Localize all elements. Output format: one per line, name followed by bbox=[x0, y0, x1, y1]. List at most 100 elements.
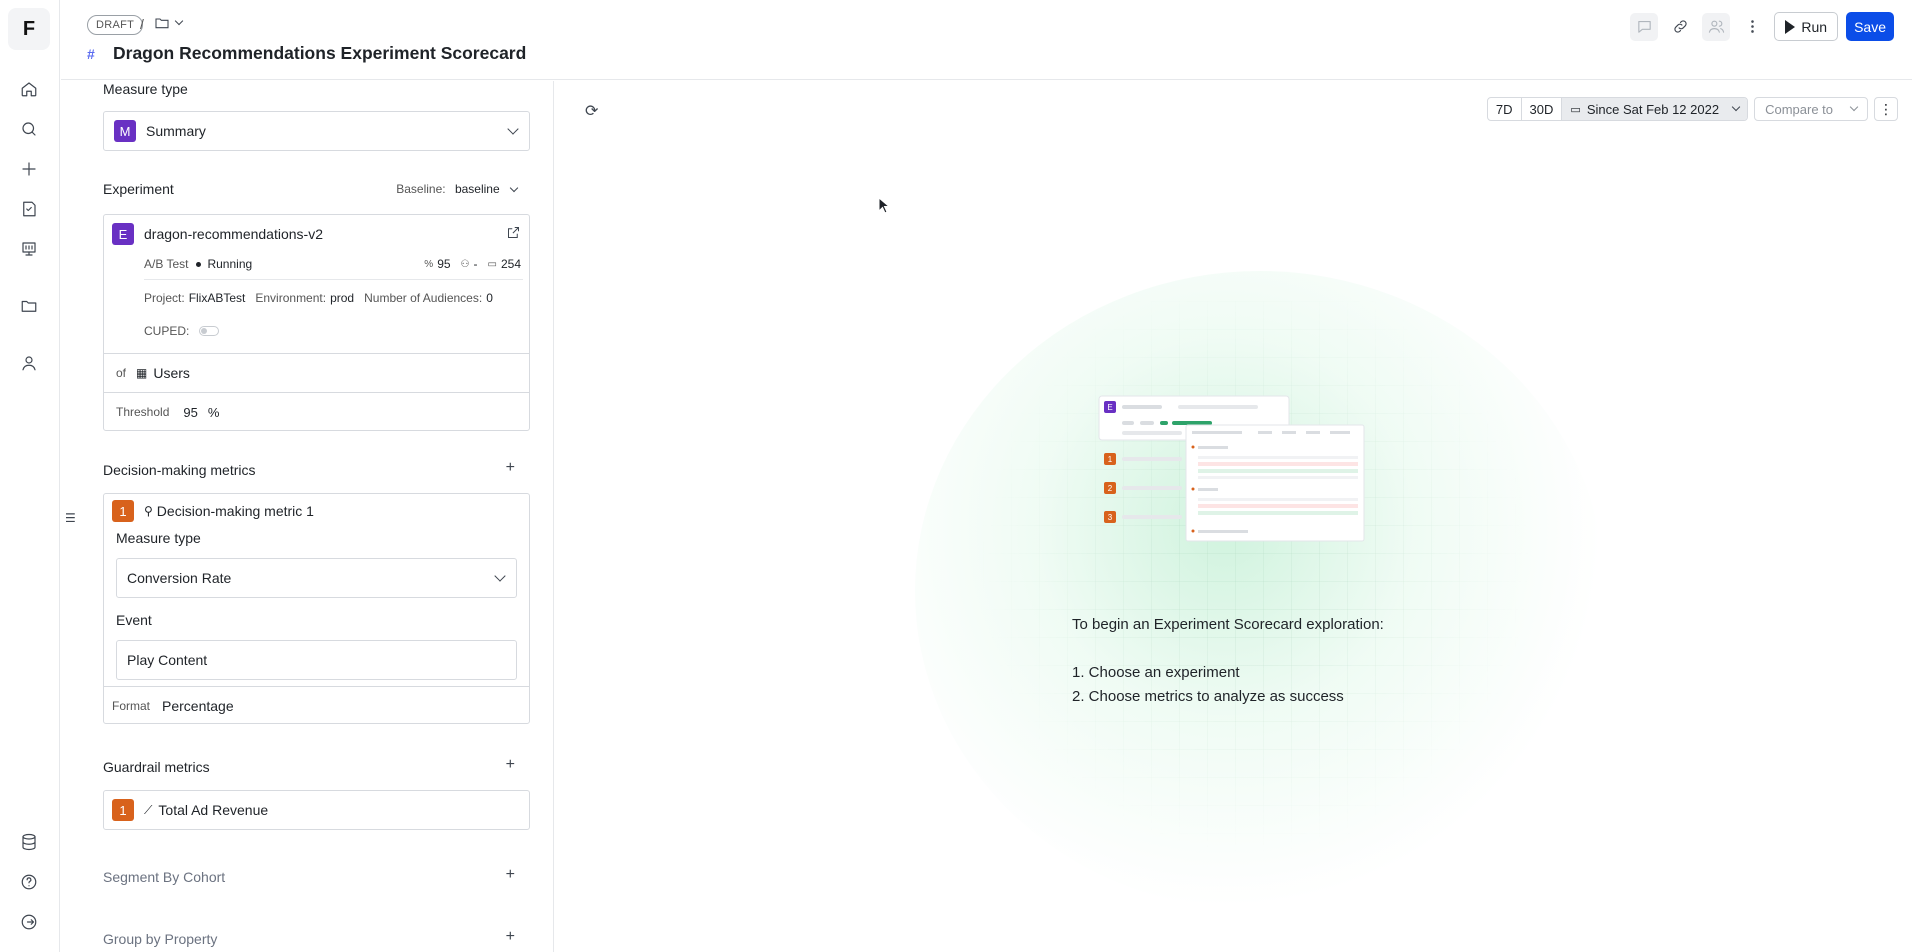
search-icon[interactable] bbox=[18, 118, 40, 140]
group-by-property-label: Group by Property bbox=[103, 931, 218, 947]
project-label: Project: bbox=[144, 291, 185, 305]
measure-type-label: Measure type bbox=[103, 81, 188, 97]
environment-label: Environment: bbox=[255, 291, 327, 305]
link-icon[interactable] bbox=[1666, 13, 1694, 41]
compare-label: Compare to bbox=[1765, 101, 1833, 117]
add-cohort-segment-button[interactable]: + bbox=[506, 866, 515, 884]
illustration-badge-e: E bbox=[1107, 403, 1112, 412]
draft-badge: DRAFT bbox=[87, 15, 144, 35]
metric-badge: 1 bbox=[112, 500, 134, 522]
intro-text: To begin an Experiment Scorecard explora… bbox=[1072, 616, 1384, 633]
status-dot-icon bbox=[196, 261, 202, 267]
format-value: Percentage bbox=[162, 697, 234, 714]
chevron-down-icon bbox=[507, 123, 519, 135]
compare-to-select[interactable]: Compare to bbox=[1754, 97, 1868, 121]
notebook-icon[interactable] bbox=[18, 198, 40, 220]
logout-icon[interactable] bbox=[18, 911, 40, 933]
range-7d-button[interactable]: 7D bbox=[1488, 98, 1522, 120]
cuped-toggle[interactable] bbox=[199, 326, 220, 336]
external-link-icon[interactable] bbox=[506, 225, 521, 240]
user-icon[interactable] bbox=[18, 352, 40, 374]
calendar-icon: ▭ bbox=[487, 258, 497, 270]
cuped-row: CUPED: bbox=[144, 324, 220, 338]
decision-metric-card: 1 ⚲ Decision-making metric 1 Measure typ… bbox=[103, 493, 530, 724]
add-guardrail-metric-button[interactable]: + bbox=[506, 756, 515, 774]
database-icon[interactable] bbox=[18, 831, 40, 853]
run-button[interactable]: Run bbox=[1774, 12, 1839, 41]
more-vertical-icon[interactable]: ⋮ bbox=[1874, 97, 1898, 121]
help-icon[interactable] bbox=[18, 871, 40, 893]
baseline-selector[interactable]: Baseline: baseline bbox=[396, 182, 519, 196]
funnel-icon: ⚲ bbox=[144, 504, 153, 518]
step-2: 2. Choose metrics to analyze as success bbox=[1072, 688, 1344, 705]
decision-metrics-label: Decision-making metrics bbox=[103, 462, 256, 478]
folder-icon[interactable] bbox=[18, 295, 40, 317]
breadcrumb-separator: / bbox=[140, 16, 144, 32]
home-icon[interactable] bbox=[18, 78, 40, 100]
percent-icon: % bbox=[424, 258, 434, 270]
measure-type-value: Summary bbox=[146, 123, 206, 139]
since-date-button[interactable]: ▭ Since Sat Feb 12 2022 bbox=[1562, 98, 1748, 120]
baseline-value: baseline bbox=[454, 182, 500, 196]
audience-value: - bbox=[473, 257, 478, 271]
measure-type-select[interactable]: M Summary bbox=[103, 111, 530, 151]
range-30d-button[interactable]: 30D bbox=[1522, 98, 1563, 120]
illustration-badge-2: 2 bbox=[1108, 484, 1113, 493]
table-icon: ▦ bbox=[136, 366, 148, 380]
experiment-status: Running bbox=[207, 257, 253, 271]
baseline-label: Baseline: bbox=[396, 182, 446, 196]
format-row[interactable]: Format Percentage bbox=[104, 686, 529, 724]
experiment-type: A/B Test bbox=[144, 257, 189, 271]
confidence-value: 95 bbox=[437, 257, 451, 271]
header-actions: Run Save bbox=[1630, 12, 1894, 41]
date-range-segment: 7D 30D ▭ Since Sat Feb 12 2022 bbox=[1486, 97, 1749, 121]
share-users-icon[interactable] bbox=[1702, 12, 1731, 41]
run-label: Run bbox=[1801, 18, 1828, 35]
hash-icon: # bbox=[87, 46, 95, 62]
add-group-by-button[interactable]: + bbox=[506, 928, 515, 946]
more-vertical-icon[interactable] bbox=[1738, 13, 1766, 41]
decision-metric-name: Decision-making metric 1 bbox=[156, 503, 314, 519]
outline-icon[interactable]: ☰ bbox=[65, 511, 76, 525]
metric-measure-value: Conversion Rate bbox=[127, 570, 232, 586]
save-button[interactable]: Save bbox=[1846, 12, 1894, 41]
experiment-stats: % 95 ⚇ - ▭ 254 bbox=[424, 257, 521, 271]
plus-icon[interactable] bbox=[18, 158, 40, 180]
refresh-icon[interactable]: ⟳ bbox=[585, 101, 598, 121]
experiment-details: Project: FlixABTest Environment: prod Nu… bbox=[144, 291, 493, 305]
chevron-down-icon bbox=[1731, 102, 1741, 112]
audiences-label: Number of Audiences: bbox=[364, 291, 483, 305]
guardrail-metric-card[interactable]: 1 ⟋ Total Ad Revenue bbox=[103, 790, 530, 830]
comment-icon[interactable] bbox=[1630, 12, 1659, 41]
of-label: of bbox=[116, 366, 127, 380]
experiment-label: Experiment bbox=[103, 181, 174, 197]
mouse-cursor-icon bbox=[878, 197, 891, 214]
of-users-row[interactable]: of ▦ Users bbox=[104, 353, 529, 392]
decision-metric-row[interactable]: 1 ⚲ Decision-making metric 1 bbox=[112, 500, 314, 522]
threshold-input[interactable]: 95 bbox=[183, 405, 197, 420]
line-chart-icon: ⟋ bbox=[144, 802, 153, 817]
folder-breadcrumb[interactable] bbox=[154, 15, 184, 31]
event-select[interactable]: Play Content bbox=[116, 640, 517, 680]
threshold-row: Threshold 95 % bbox=[104, 392, 529, 431]
experiment-row[interactable]: E dragon-recommendations-v2 bbox=[112, 223, 323, 245]
format-label: Format bbox=[112, 698, 151, 713]
play-icon bbox=[1785, 19, 1796, 34]
add-decision-metric-button[interactable]: + bbox=[506, 459, 515, 477]
page-title[interactable]: Dragon Recommendations Experiment Scorec… bbox=[113, 43, 526, 64]
project-value: FlixABTest bbox=[188, 291, 246, 305]
guardrail-metric-name: Total Ad Revenue bbox=[158, 802, 269, 818]
step-1: 1. Choose an experiment bbox=[1072, 664, 1240, 681]
guardrail-metrics-label: Guardrail metrics bbox=[103, 759, 210, 775]
folder-icon bbox=[155, 18, 169, 29]
chevron-down-icon bbox=[494, 570, 506, 582]
experiment-icon[interactable] bbox=[18, 238, 40, 260]
scorecard-illustration: E 1 2 3 bbox=[1098, 395, 1365, 542]
segment-by-cohort-label: Segment By Cohort bbox=[103, 869, 226, 885]
illustration-badge-3: 3 bbox=[1108, 513, 1113, 522]
date-toolbar: 7D 30D ▭ Since Sat Feb 12 2022 Compare t… bbox=[1486, 97, 1898, 121]
chevron-down-icon bbox=[509, 183, 519, 193]
app-logo[interactable]: F bbox=[8, 8, 50, 50]
metric-measure-select[interactable]: Conversion Rate bbox=[116, 558, 517, 598]
users-icon: ⚇ bbox=[460, 258, 470, 270]
